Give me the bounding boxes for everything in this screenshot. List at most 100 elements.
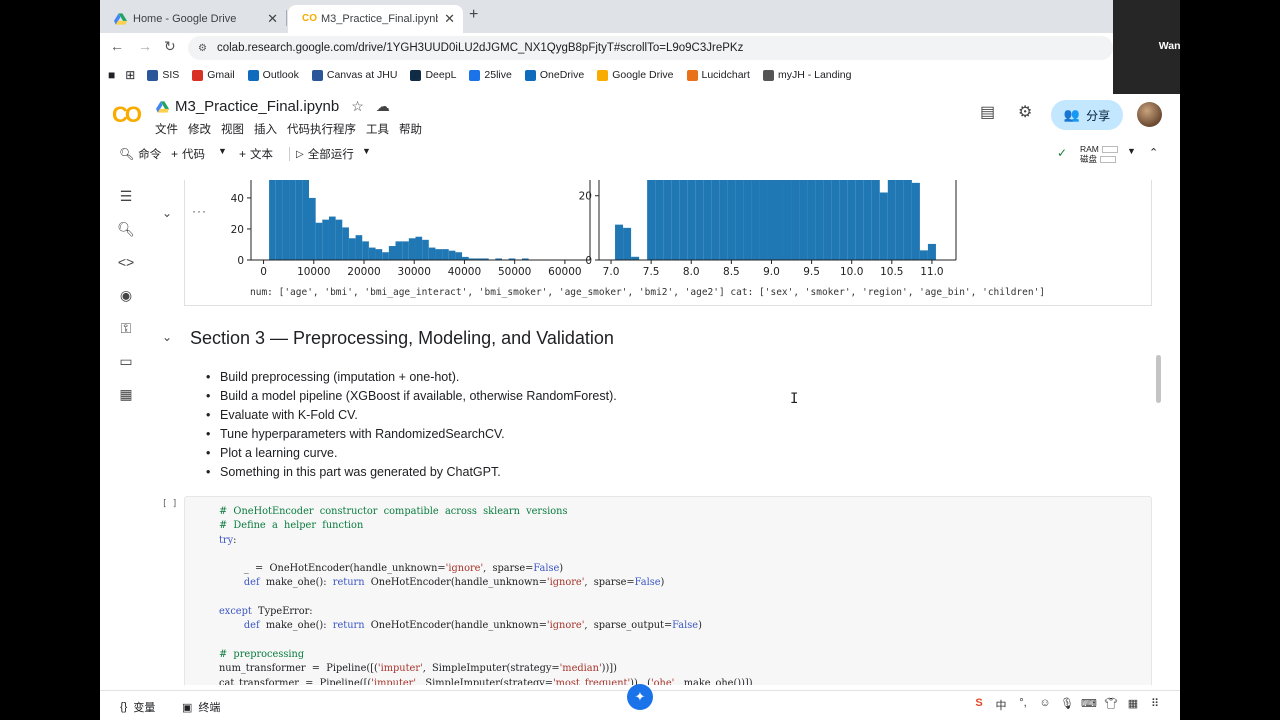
secrets-key-icon[interactable]: ⚿	[117, 319, 135, 337]
x-tick-label: 10.0	[840, 266, 863, 278]
site-info-icon[interactable]: ⚙	[198, 43, 207, 54]
skin-icon[interactable]: 👕︎	[1100, 697, 1122, 713]
menu-item[interactable]: 工具	[366, 121, 389, 137]
histogram-bar	[855, 180, 864, 260]
sogou-ime-icon[interactable]: S	[968, 697, 990, 713]
run-all-label: 全部运行	[307, 149, 354, 161]
close-icon[interactable]: ✕	[444, 11, 455, 27]
histogram-bar	[289, 180, 296, 260]
apps-icon[interactable]: ■	[108, 68, 115, 82]
run-dropdown-icon[interactable]: ▼	[362, 146, 375, 156]
star-icon[interactable]: ☆	[351, 98, 364, 115]
files-folder-icon[interactable]: ▭	[117, 352, 135, 370]
menu-item[interactable]: 代码执行程序	[287, 121, 356, 137]
code-token: 'imputer'	[371, 677, 417, 685]
bookmark-item[interactable]: Gmail	[192, 69, 235, 81]
code-token: 'median'	[559, 663, 602, 675]
tab-google-drive[interactable]: Home - Google Drive ✕	[100, 5, 286, 33]
histogram-bar	[322, 219, 329, 260]
emoji-icon[interactable]: ☺	[1034, 697, 1056, 713]
bookmark-item[interactable]: Canvas at JHU	[311, 69, 397, 81]
punctuation-icon[interactable]: °,	[1012, 697, 1034, 713]
histogram-bar	[348, 238, 356, 260]
add-code-button[interactable]: + 代码	[171, 146, 205, 162]
more-apps-icon[interactable]: ⠿	[1144, 697, 1166, 713]
collapse-header-icon[interactable]: ⌃	[1149, 146, 1162, 159]
keyboard-icon[interactable]: ⌨	[1078, 697, 1100, 713]
terminal-button[interactable]: ▣ 终端	[182, 699, 220, 715]
code-token: False	[533, 563, 560, 575]
find-replace-icon[interactable]: 🔍︎	[117, 220, 135, 238]
collapse-output-chevron-icon[interactable]: ⌄	[162, 206, 172, 220]
colab-logo-icon[interactable]: CO	[112, 102, 142, 128]
menu-item[interactable]: 视图	[221, 121, 244, 137]
execution-count[interactable]: [ ]	[162, 499, 177, 509]
toolbox-icon[interactable]: ▦	[1122, 697, 1144, 713]
bookmark-item[interactable]: myJH - Landing	[762, 69, 851, 81]
code-token: :	[233, 534, 237, 546]
forward-icon[interactable]: →	[138, 38, 152, 54]
code-token: , sparse=	[483, 563, 534, 575]
collapse-section-chevron-icon[interactable]: ⌄	[162, 330, 172, 344]
table-of-contents-icon[interactable]: ☰	[117, 187, 135, 205]
code-token: 'ignore'	[445, 563, 484, 575]
menu-item[interactable]: 插入	[254, 121, 277, 137]
histogram-bar	[927, 243, 936, 260]
cloud-save-icon[interactable]: ☁	[376, 98, 390, 115]
notebook-title[interactable]: M3_Practice_Final.ipynb	[175, 98, 339, 115]
data-table-icon[interactable]: ▦	[117, 385, 135, 403]
apps-grid-icon[interactable]: ⊞	[125, 68, 135, 82]
microphone-icon[interactable]: 🎙︎	[1056, 697, 1078, 713]
runtime-dropdown-icon[interactable]: ▼	[1127, 146, 1140, 156]
avatar[interactable]	[1137, 102, 1162, 127]
menu-item[interactable]: 文件	[155, 121, 178, 137]
run-all-button[interactable]: ▷ 全部运行	[296, 146, 354, 162]
command-palette-button[interactable]: 🔍︎ 命令	[119, 146, 161, 162]
menu-item[interactable]: 修改	[188, 121, 211, 137]
bookmark-favicon-icon	[469, 69, 481, 81]
tab-title: M3_Practice_Final.ipynb - Co	[321, 13, 439, 25]
bullet-item: Evaluate with K-Fold CV.	[206, 406, 617, 425]
histogram-bar	[328, 216, 336, 260]
bookmark-favicon-icon	[597, 69, 609, 81]
histogram-bar	[695, 180, 704, 260]
ime-mode-label[interactable]: 中	[990, 697, 1012, 713]
close-icon[interactable]: ✕	[267, 11, 278, 27]
section-heading: Section 3 — Preprocessing, Modeling, and…	[190, 328, 614, 348]
bookmark-item[interactable]: Lucidchart	[686, 69, 750, 81]
back-icon[interactable]: ←	[110, 38, 124, 54]
code-editor[interactable]: # OneHotEncoder constructor compatible a…	[219, 505, 753, 685]
vertical-scrollbar[interactable]	[1156, 355, 1161, 403]
bookmark-label: DeepL	[425, 69, 457, 81]
output-menu-icon[interactable]: ···	[192, 204, 207, 218]
resource-indicator[interactable]: RAM 磁盘	[1080, 144, 1118, 164]
bookmark-item[interactable]: Google Drive	[597, 69, 674, 81]
code-dropdown-icon[interactable]: ▼	[218, 146, 231, 156]
menu-item[interactable]: 帮助	[399, 121, 422, 137]
bookmark-item[interactable]: DeepL	[410, 69, 456, 81]
video-call-tile: Wanqian Xiong	[1113, 0, 1180, 94]
code-cell[interactable]: # OneHotEncoder constructor compatible a…	[184, 496, 1152, 685]
bookmark-item[interactable]: Outlook	[247, 69, 299, 81]
gemini-sparkle-icon[interactable]: ✦	[627, 684, 653, 710]
people-icon: 👥	[1063, 107, 1081, 122]
y-tick-label: 0	[585, 255, 592, 267]
new-tab-icon[interactable]: +	[469, 6, 478, 24]
variables-inspector-icon[interactable]: ◉	[117, 286, 135, 304]
bookmark-item[interactable]: OneDrive	[524, 69, 584, 81]
settings-gear-icon[interactable]: ⚙	[1018, 102, 1032, 122]
address-bar[interactable]: ⚙ colab.research.google.com/drive/1YGH3U…	[188, 36, 1113, 60]
ram-label: RAM	[1080, 144, 1099, 154]
url-text: colab.research.google.com/drive/1YGH3UUD…	[216, 42, 744, 54]
share-button[interactable]: 👥 分享	[1051, 100, 1123, 130]
bookmark-item[interactable]: 25live	[469, 69, 512, 81]
code-snippets-icon[interactable]: <>	[117, 253, 135, 271]
variables-button[interactable]: {} 变量	[120, 699, 155, 715]
add-text-button[interactable]: + 文本	[239, 146, 273, 162]
tab-colab-notebook[interactable]: CO M3_Practice_Final.ipynb - Co ✕	[288, 5, 463, 33]
comments-icon[interactable]: ▤	[980, 102, 995, 122]
histogram-bar	[663, 180, 672, 260]
bookmark-item[interactable]: SIS	[147, 69, 179, 81]
reload-icon[interactable]: ↻	[164, 38, 176, 55]
